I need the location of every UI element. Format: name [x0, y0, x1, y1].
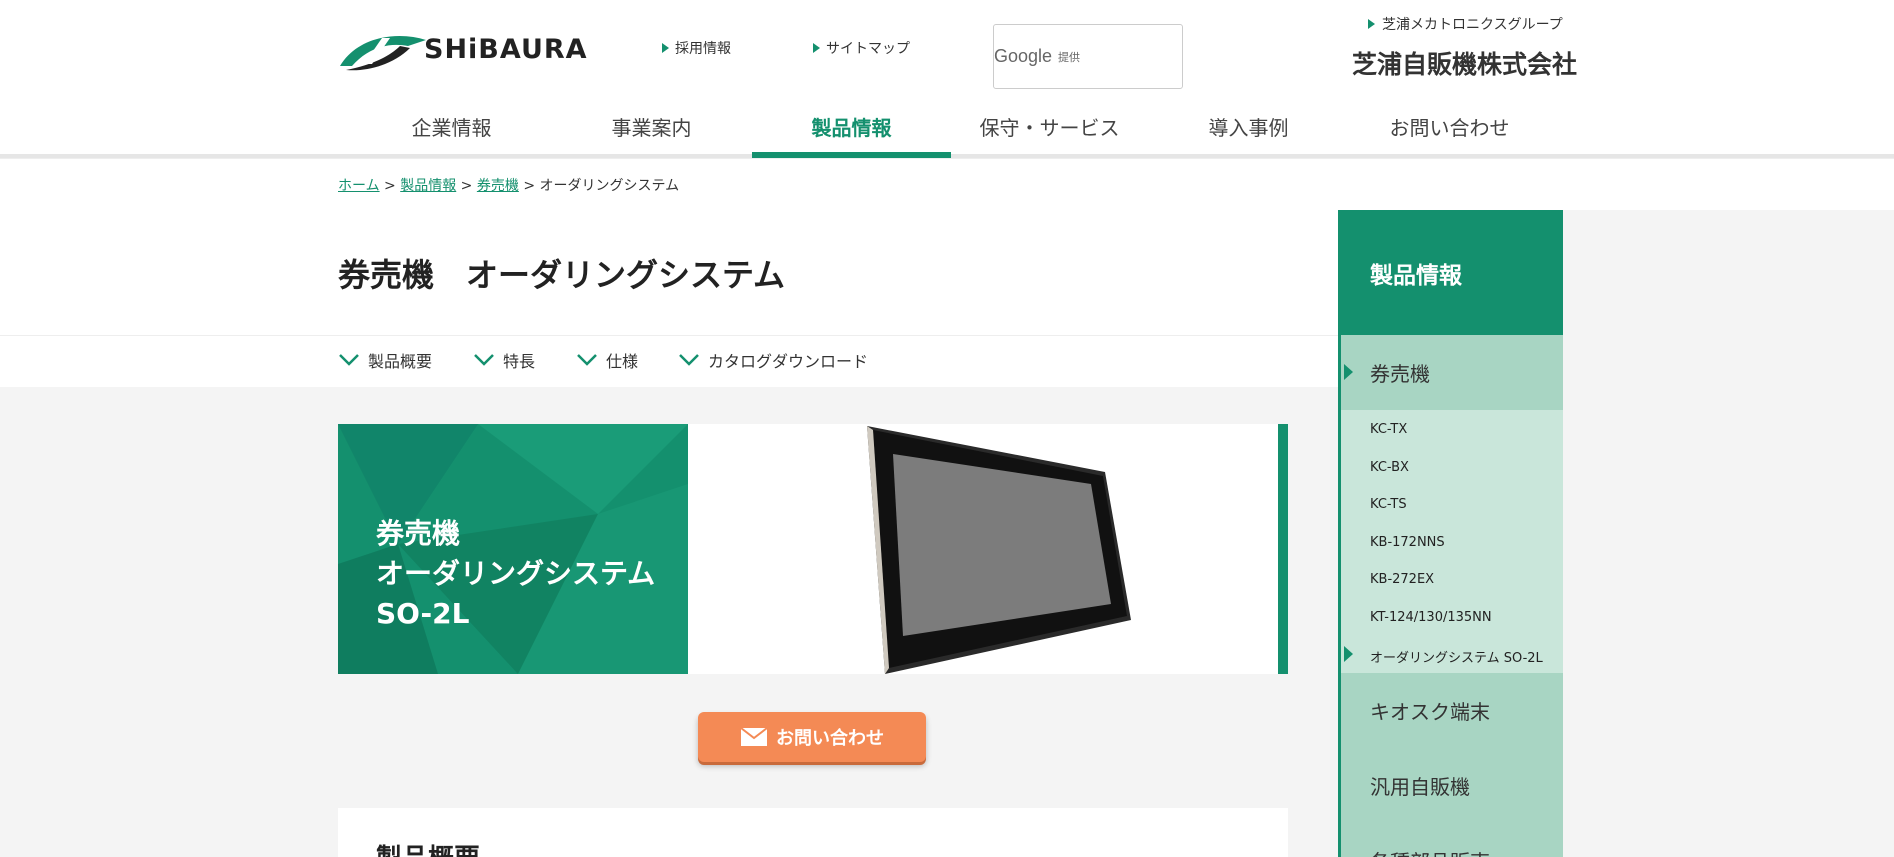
hero-line-2: オーダリングシステム	[376, 557, 656, 590]
chevron-down-icon	[679, 354, 699, 366]
anchor-specs[interactable]: 仕様	[576, 348, 638, 372]
breadcrumb-current: オーダリングシステム	[539, 178, 680, 194]
sidebar-category-parts[interactable]: 各種部品販売	[1338, 823, 1563, 857]
contact-button[interactable]: お問い合わせ	[698, 712, 926, 762]
sidebar-category-vending[interactable]: 汎用自販機	[1338, 748, 1563, 823]
triangle-right-icon	[662, 43, 669, 53]
recruit-link-label: 採用情報	[675, 41, 731, 57]
chevron-down-icon	[577, 354, 597, 366]
breadcrumb-home[interactable]: ホーム	[338, 178, 380, 194]
chevron-down-icon	[339, 354, 359, 366]
overview-title: 製品概要	[376, 838, 480, 857]
title-area: 券売機 オーダリングシステム	[0, 210, 1338, 335]
nav-company-info[interactable]: 企業情報	[352, 98, 551, 158]
product-hero: 券売機 オーダリングシステム SO-2L	[338, 424, 1288, 674]
triangle-right-icon	[1368, 19, 1375, 29]
nav-maintenance[interactable]: 保守・サービス	[950, 98, 1149, 158]
sidebar: 製品情報 券売機 KC-TX KC-BX KC-TS KB-172NNS KB-…	[1338, 210, 1563, 857]
breadcrumb-products[interactable]: 製品情報	[400, 178, 456, 194]
hero-accent-stripe	[1278, 424, 1288, 674]
sidebar-category-kiosk[interactable]: キオスク端末	[1338, 673, 1563, 748]
search-input[interactable]: Google 提供	[993, 24, 1183, 89]
anchor-catalog-label: カタログダウンロード	[708, 352, 869, 371]
global-nav: 企業情報 事業案内 製品情報 保守・サービス 導入事例 お問い合わせ	[0, 98, 1894, 158]
nav-products[interactable]: 製品情報	[752, 98, 951, 158]
sidebar-item-kt-124[interactable]: KT-124/130/135NN	[1370, 610, 1492, 625]
page-anchor-nav: 製品概要 特長 仕様 カタログダウンロード	[0, 335, 1338, 387]
sitemap-link-label: サイトマップ	[826, 41, 910, 57]
anchor-catalog[interactable]: カタログダウンロード	[678, 348, 868, 372]
anchor-overview-label: 製品概要	[368, 352, 433, 371]
sidebar-title: 製品情報	[1338, 210, 1563, 335]
triangle-right-icon	[813, 43, 820, 53]
recruit-link[interactable]: 採用情報	[662, 38, 731, 58]
shibaura-logo[interactable]: SHiBAURA	[338, 26, 587, 72]
company-name: 芝浦自販機株式会社	[1352, 50, 1578, 79]
breadcrumb-kenbaiki[interactable]: 券売機	[477, 178, 519, 194]
breadcrumb: ホーム > 製品情報 > 券売機 > オーダリングシステム	[0, 158, 1894, 210]
page-title: 券売機 オーダリングシステム	[338, 256, 786, 294]
hero-line-3: SO-2L	[376, 597, 470, 630]
group-link[interactable]: 芝浦メカトロニクスグループ	[1368, 14, 1563, 34]
hero-banner: 券売機 オーダリングシステム SO-2L	[338, 424, 688, 674]
anchor-features-label: 特長	[503, 352, 536, 371]
nav-business[interactable]: 事業案内	[552, 98, 751, 158]
breadcrumb-sep: >	[518, 178, 540, 194]
hero-line-1: 券売機	[376, 517, 461, 550]
sidebar-item-kc-tx[interactable]: KC-TX	[1370, 422, 1407, 437]
breadcrumb-sep: >	[379, 178, 401, 194]
sidebar-item-kc-ts[interactable]: KC-TS	[1370, 497, 1407, 512]
google-label: Google	[994, 46, 1053, 66]
anchor-overview[interactable]: 製品概要	[338, 348, 432, 372]
logo-mark-icon	[340, 35, 426, 71]
sidebar-left-line	[1338, 335, 1341, 857]
sidebar-item-so-2l[interactable]: オーダリングシステム SO-2L	[1344, 646, 1543, 666]
chevron-down-icon	[474, 354, 494, 366]
contact-button-label: お問い合わせ	[776, 728, 884, 749]
group-link-label: 芝浦メカトロニクスグループ	[1382, 17, 1563, 33]
sidebar-item-kb-172nns[interactable]: KB-172NNS	[1370, 535, 1445, 550]
overview-section: 製品概要	[338, 808, 1288, 857]
logo-text: SHiBAURA	[424, 34, 588, 65]
nav-case-studies[interactable]: 導入事例	[1149, 98, 1348, 158]
nav-contact[interactable]: お問い合わせ	[1350, 98, 1549, 158]
sitemap-link[interactable]: サイトマップ	[813, 38, 910, 58]
google-sub-label: 提供	[1058, 50, 1081, 64]
tablet-product-image	[867, 426, 1131, 674]
sidebar-item-kb-272ex[interactable]: KB-272EX	[1370, 572, 1434, 587]
sidebar-category-kenbaiki[interactable]: 券売機	[1338, 335, 1563, 410]
sidebar-item-kc-bx[interactable]: KC-BX	[1370, 460, 1409, 475]
anchor-features[interactable]: 特長	[473, 348, 535, 372]
anchor-specs-label: 仕様	[606, 352, 639, 371]
mail-icon	[740, 727, 768, 746]
breadcrumb-sep: >	[456, 178, 477, 194]
hero-text: 券売機 オーダリングシステム SO-2L	[376, 514, 655, 634]
sidebar-sublist: KC-TX KC-BX KC-TS KB-172NNS KB-272EX KT-…	[1338, 410, 1563, 673]
